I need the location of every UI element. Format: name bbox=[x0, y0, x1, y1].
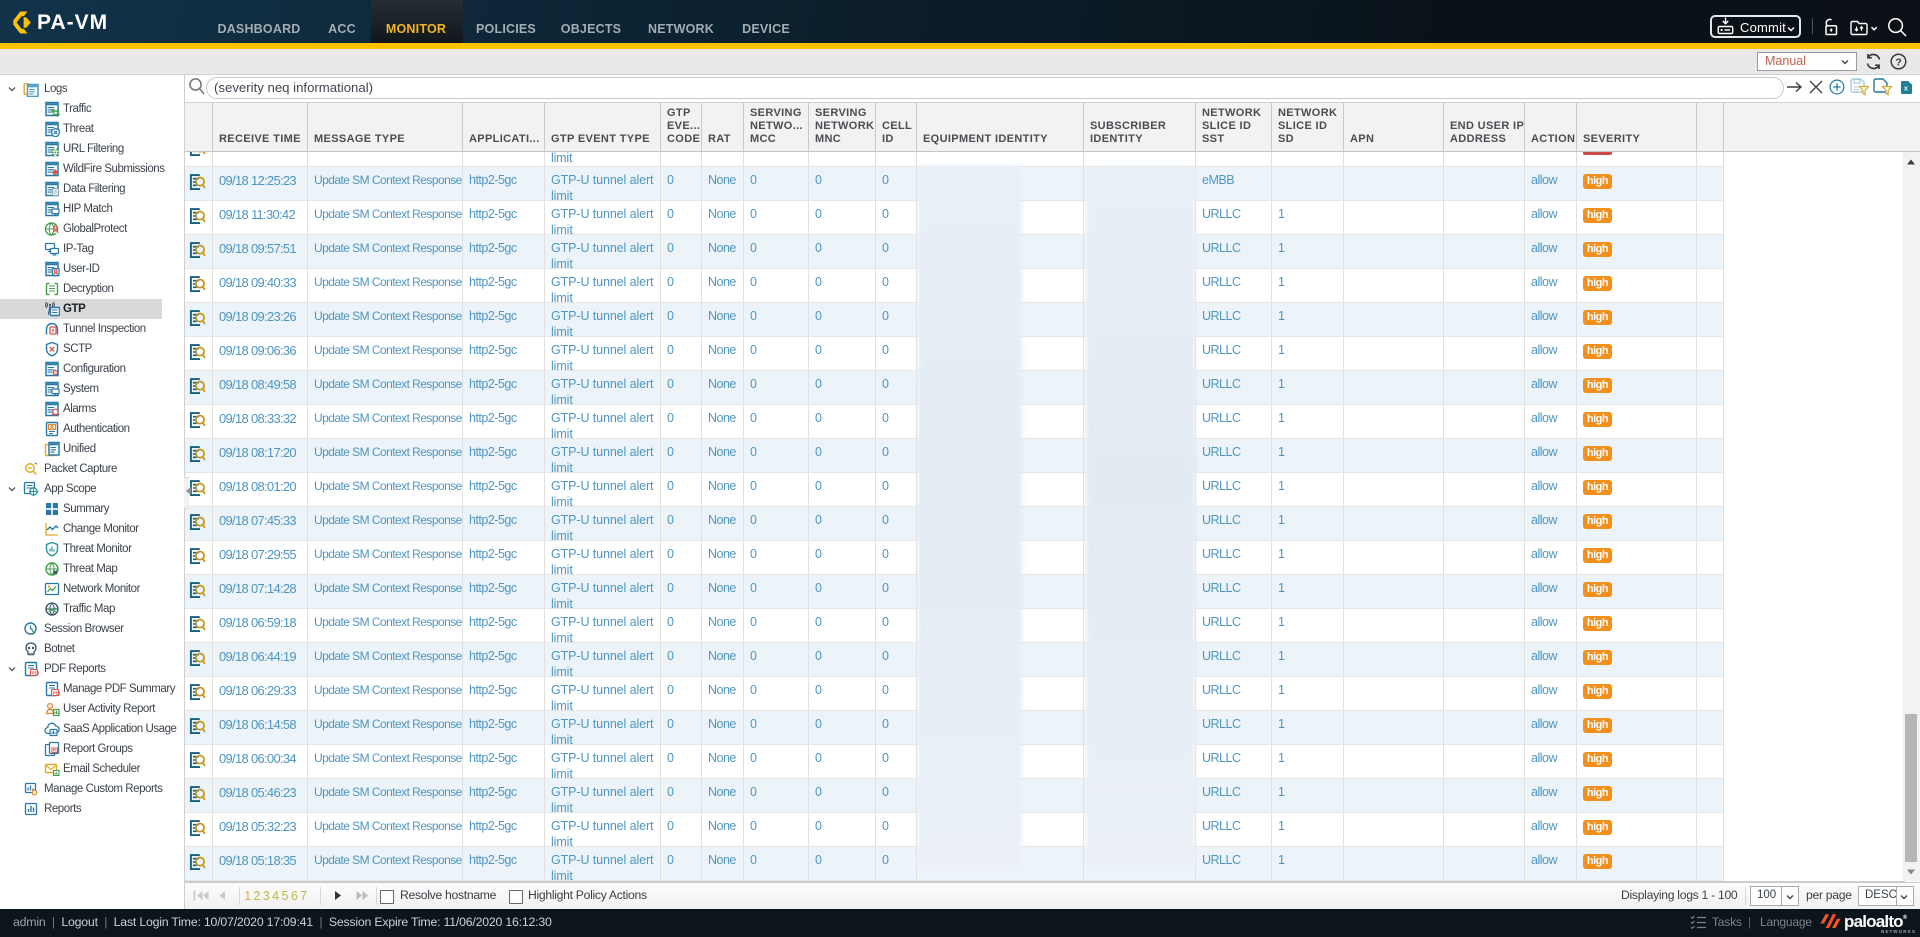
svg-text:PDF: PDF bbox=[53, 749, 60, 753]
svg-text:PDF: PDF bbox=[53, 690, 60, 695]
svg-text:?: ? bbox=[1895, 56, 1901, 68]
svg-text:x: x bbox=[1904, 86, 1908, 93]
svg-text:PDF: PDF bbox=[32, 670, 39, 675]
